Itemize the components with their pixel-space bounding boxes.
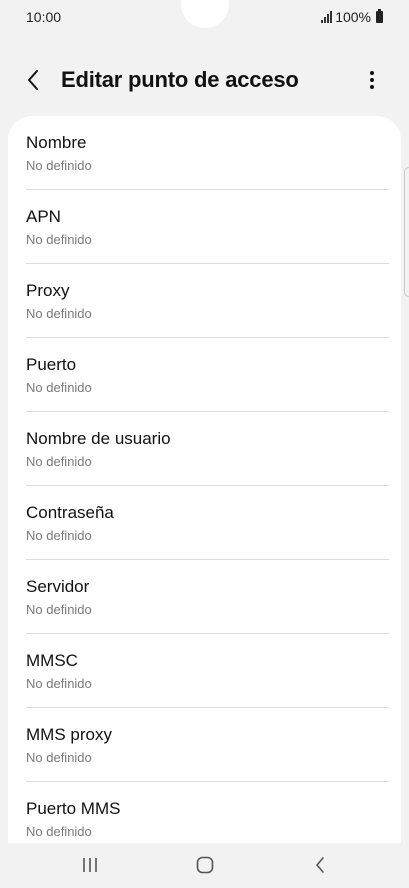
setting-title: MMS proxy <box>26 725 112 744</box>
setting-item-nombre[interactable]: Nombre No definido <box>8 116 401 190</box>
setting-value: No definido <box>26 232 92 247</box>
setting-title: APN <box>26 207 61 226</box>
setting-title: Nombre de usuario <box>26 429 171 448</box>
setting-title: Servidor <box>26 577 90 596</box>
setting-item-contrasena[interactable]: Contraseña No definido <box>8 486 401 560</box>
chevron-left-icon <box>28 70 38 90</box>
setting-item-puerto-mms[interactable]: Puerto MMS No definido <box>8 782 401 843</box>
recents-button[interactable] <box>70 851 110 879</box>
setting-item-proxy[interactable]: Proxy No definido <box>8 264 401 338</box>
setting-item-apn[interactable]: APN No definido <box>8 190 401 264</box>
back-button[interactable] <box>18 65 48 95</box>
scrollbar[interactable] <box>404 167 409 297</box>
page-title: Editar punto de acceso <box>61 67 299 92</box>
setting-item-mms-proxy[interactable]: MMS proxy No definido <box>8 708 401 782</box>
camera-notch <box>181 0 229 28</box>
app-header: Editar punto de acceso <box>0 55 409 107</box>
setting-title: Nombre <box>26 133 87 152</box>
setting-value: No definido <box>26 380 92 395</box>
setting-value: No definido <box>26 158 92 173</box>
setting-value: No definido <box>26 824 92 839</box>
home-icon <box>196 856 214 874</box>
setting-value: No definido <box>26 750 92 765</box>
status-bar: 10:00 100% <box>0 0 409 34</box>
status-indicators: 100% <box>321 9 383 25</box>
setting-item-mmsc[interactable]: MMSC No definido <box>8 634 401 708</box>
setting-value: No definido <box>26 676 92 691</box>
setting-value: No definido <box>26 528 92 543</box>
setting-title: Puerto <box>26 355 77 374</box>
setting-title: Contraseña <box>26 503 114 522</box>
setting-item-servidor[interactable]: Servidor No definido <box>8 560 401 634</box>
signal-icon <box>321 11 333 23</box>
more-options-button[interactable] <box>357 65 387 95</box>
setting-title: MMSC <box>26 651 78 670</box>
battery-level: 100% <box>335 9 371 25</box>
settings-list: Nombre No definido APN No definido Proxy… <box>8 116 401 843</box>
setting-value: No definido <box>26 454 92 469</box>
setting-value: No definido <box>26 602 92 617</box>
nav-back-button[interactable] <box>300 851 340 879</box>
recents-icon <box>83 858 97 872</box>
setting-value: No definido <box>26 306 92 321</box>
setting-title: Proxy <box>26 281 70 300</box>
home-button[interactable] <box>185 851 225 879</box>
navigation-bar <box>0 843 409 888</box>
setting-item-puerto[interactable]: Puerto No definido <box>8 338 401 412</box>
setting-title: Puerto MMS <box>26 799 121 818</box>
battery-icon <box>376 9 383 23</box>
more-vertical-icon <box>370 71 374 89</box>
status-time: 10:00 <box>26 9 62 25</box>
back-icon <box>316 857 324 873</box>
setting-item-nombre-de-usuario[interactable]: Nombre de usuario No definido <box>8 412 401 486</box>
